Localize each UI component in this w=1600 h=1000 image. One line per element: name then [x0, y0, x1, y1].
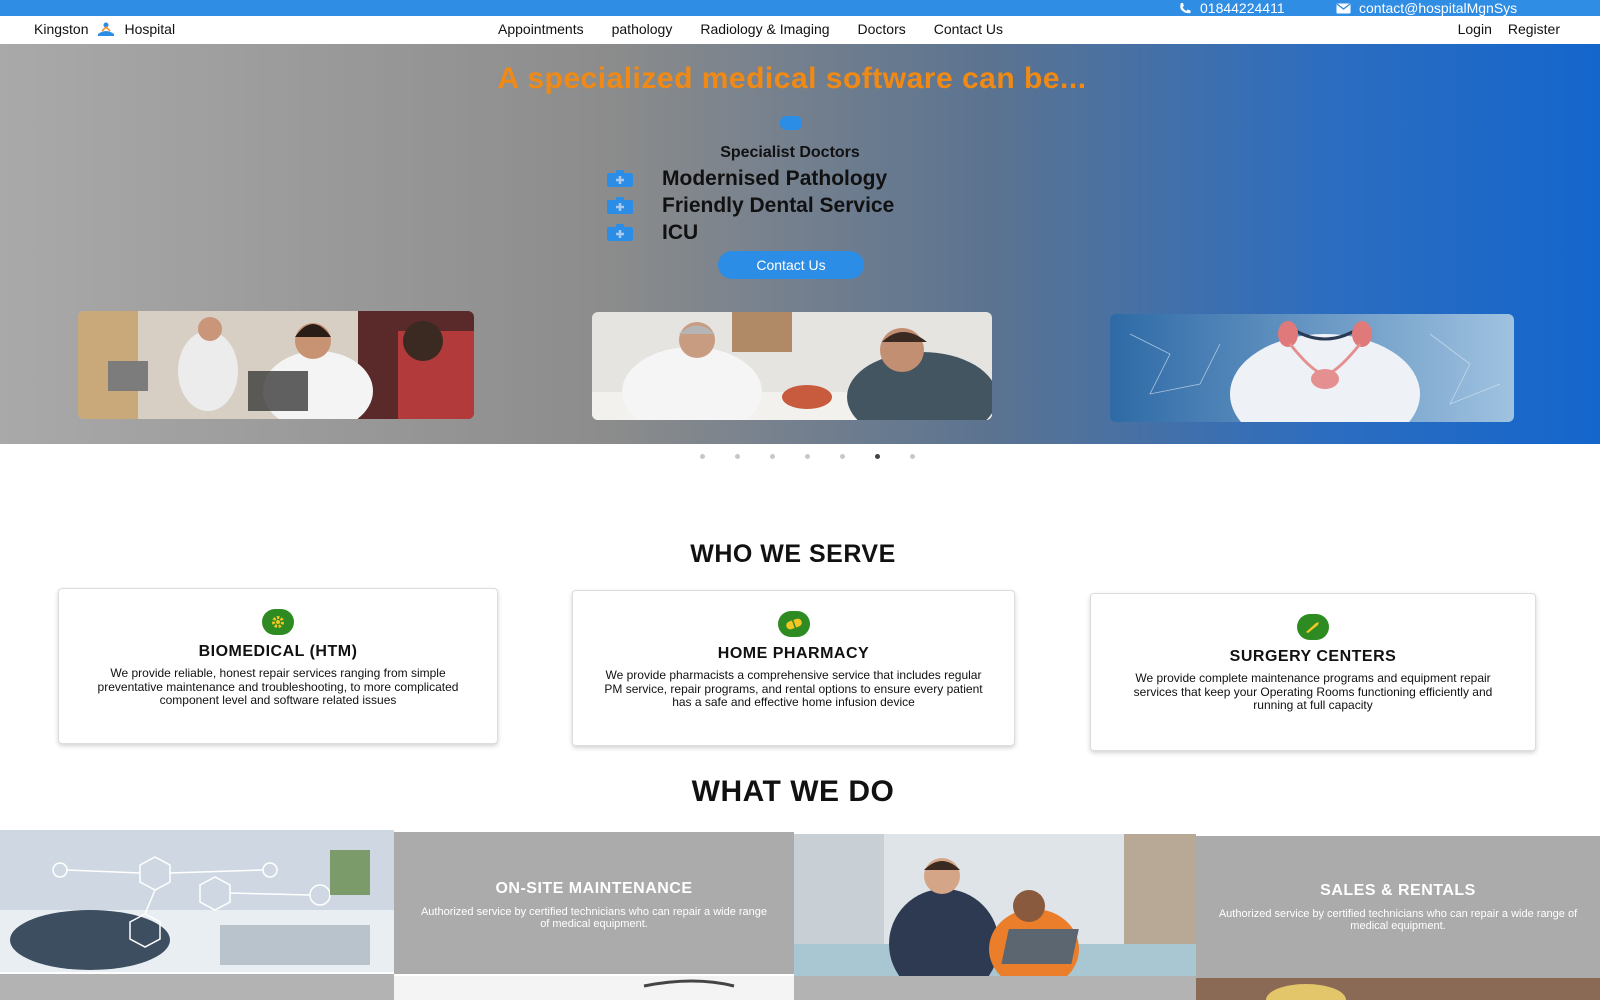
tile-image-technician [794, 834, 1196, 976]
urology-doctor-image [1110, 314, 1514, 422]
feature-label: Modernised Pathology [662, 166, 888, 190]
email-contact[interactable]: contact@hospitalMgnSys [1336, 0, 1517, 16]
medical-kit-icon [607, 224, 633, 241]
service-card-title: HOME PHARMACY [717, 645, 870, 662]
nav-link-radiology[interactable]: Radiology & Imaging [700, 21, 829, 37]
carousel-slide-doctors-xray[interactable] [78, 311, 474, 419]
technician-service-image [794, 834, 1196, 976]
feature-item: ICU [606, 219, 894, 246]
login-link[interactable]: Login [1458, 21, 1492, 37]
service-card-text: We provide pharmacists a comprehensive s… [604, 668, 983, 709]
nav-link-contact[interactable]: Contact Us [934, 21, 1003, 37]
service-card-text: We provide complete maintenance programs… [1133, 671, 1493, 712]
carousel-slide-urology[interactable] [1110, 314, 1514, 422]
service-card-text: We provide reliable, honest repair servi… [97, 666, 459, 707]
brand[interactable]: Kingston Hospital [34, 21, 175, 37]
doctors-xray-image [78, 311, 474, 419]
hero-section: A specialized medical software can be...… [0, 44, 1600, 444]
service-card-home-pharmacy: HOME PHARMACY We provide pharmacists a c… [572, 590, 1015, 746]
top-contact-bar: 01844224411 contact@hospitalMgnSys [0, 0, 1600, 16]
nav-links: Appointments pathology Radiology & Imagi… [498, 21, 1003, 37]
carousel-dot-active[interactable] [875, 454, 880, 459]
nav-link-doctors[interactable]: Doctors [858, 21, 906, 37]
feature-list: Modernised Pathology Friendly Dental Ser… [606, 165, 894, 246]
nav-link-appointments[interactable]: Appointments [498, 21, 584, 37]
main-navbar: Kingston Hospital Appointments pathology… [0, 16, 1600, 45]
hero-badge-icon [780, 116, 802, 130]
feature-label: Friendly Dental Service [662, 193, 895, 217]
phone-number[interactable]: 01844224411 [1200, 0, 1285, 16]
tile-on-site-maintenance[interactable]: ON-SITE MAINTENANCE Authorized service b… [394, 832, 794, 974]
brand-name-left: Kingston [34, 21, 89, 37]
tile-text: Authorized service by certified technici… [1218, 908, 1578, 932]
tile-text: Authorized service by certified technici… [420, 906, 768, 930]
tile-partial-image [1196, 978, 1600, 1000]
carousel-indicators [700, 454, 915, 459]
carousel-dot[interactable] [770, 454, 775, 459]
email-address[interactable]: contact@hospitalMgnSys [1359, 0, 1517, 16]
hero-subtitle: Specialist Doctors [720, 144, 860, 161]
tile-partial-image [394, 976, 794, 1000]
carousel-dot[interactable] [735, 454, 740, 459]
tile-title: ON-SITE MAINTENANCE [495, 880, 693, 897]
medical-kit-icon [607, 170, 633, 187]
service-card-biomedical: BIOMEDICAL (HTM) We provide reliable, ho… [58, 588, 498, 744]
register-link[interactable]: Register [1508, 21, 1560, 37]
carousel-dot[interactable] [700, 454, 705, 459]
hospital-logo-icon [98, 22, 115, 36]
brand-name-right: Hospital [124, 21, 176, 37]
what-we-do-heading: WHAT WE DO [691, 775, 895, 808]
feature-item: Modernised Pathology [606, 165, 894, 192]
carousel-dot[interactable] [910, 454, 915, 459]
who-we-serve-heading: WHO WE SERVE [690, 540, 896, 568]
gear-icon [262, 609, 294, 635]
phone-icon [1180, 2, 1191, 13]
auth-links: Login Register [1458, 21, 1560, 37]
carousel-slide-consultation[interactable] [592, 312, 992, 420]
hero-contact-button[interactable]: Contact Us [718, 251, 864, 279]
scalpel-icon [1297, 614, 1329, 640]
hero-title: A specialized medical software can be... [497, 62, 1087, 95]
phone-contact[interactable]: 01844224411 [1178, 0, 1285, 16]
pill-icon [777, 611, 810, 637]
carousel-dot[interactable] [840, 454, 845, 459]
carousel-dot[interactable] [805, 454, 810, 459]
tile-partial [0, 974, 394, 1000]
service-card-surgery-centers: SURGERY CENTERS We provide complete main… [1090, 593, 1536, 751]
product-image [1266, 984, 1346, 1000]
doctor-consultation-image [592, 312, 992, 420]
feature-item: Friendly Dental Service [606, 192, 894, 219]
tile-partial [794, 976, 1196, 1000]
service-card-title: BIOMEDICAL (HTM) [198, 643, 358, 660]
tile-image-digital-health [0, 830, 394, 972]
nav-link-pathology[interactable]: pathology [612, 21, 673, 37]
tile-sales-rentals[interactable]: SALES & RENTALS Authorized service by ce… [1196, 836, 1600, 978]
equipment-image [643, 979, 735, 988]
digital-health-image [0, 830, 394, 972]
mail-icon [1336, 2, 1351, 13]
feature-label: ICU [662, 220, 699, 244]
service-card-title: SURGERY CENTERS [1229, 648, 1397, 665]
tile-title: SALES & RENTALS [1320, 882, 1476, 899]
medical-kit-icon [607, 197, 633, 214]
